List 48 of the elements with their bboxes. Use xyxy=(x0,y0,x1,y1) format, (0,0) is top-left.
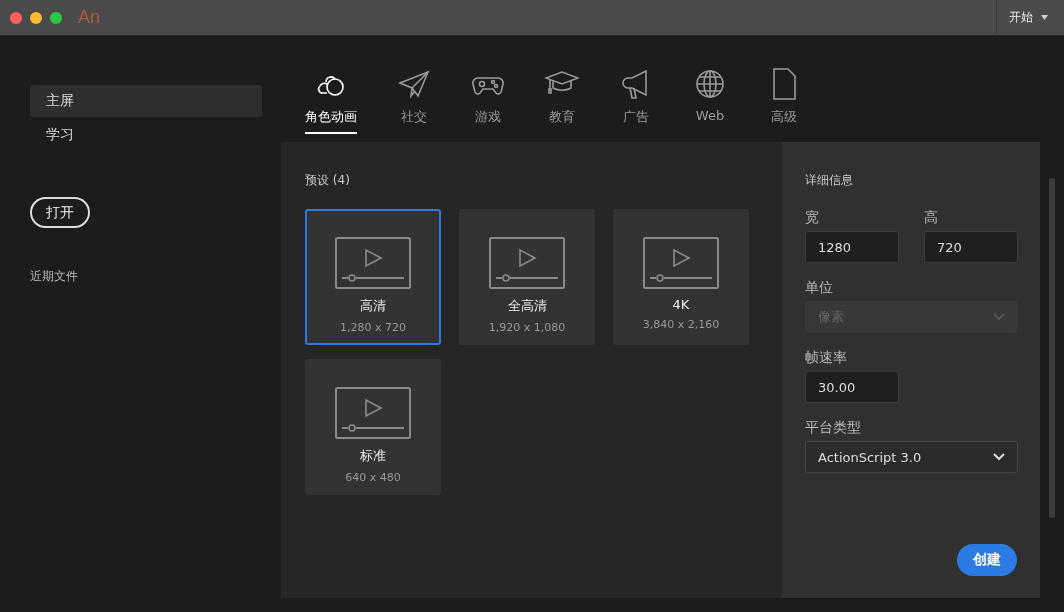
category-tab[interactable]: 社交 xyxy=(377,66,451,142)
frame-rate-field[interactable]: 30.00 xyxy=(805,371,899,403)
preset-size: 1,920 x 1,080 xyxy=(488,321,566,334)
preset-name: 全高清 xyxy=(507,297,547,315)
workspace-menu[interactable]: 开始 xyxy=(996,0,1064,36)
preset-name: 高清 xyxy=(360,297,386,315)
preset-name: 标准 xyxy=(360,447,386,465)
app-logo: An xyxy=(78,7,101,28)
preset-card[interactable]: 高清 1,280 x 720 xyxy=(305,209,441,345)
window-zoom-button[interactable] xyxy=(50,11,62,24)
create-button[interactable]: 创建 xyxy=(957,544,1017,576)
chevron-down-icon xyxy=(993,313,1005,321)
field-label: 宽 xyxy=(805,209,820,227)
category-tab[interactable]: Web xyxy=(673,66,747,142)
category-tab[interactable]: 教育 xyxy=(525,66,599,142)
category-tab[interactable]: 角色动画 xyxy=(305,66,357,142)
field-label: 平台类型 xyxy=(805,419,862,437)
sidebar-item[interactable]: 主屏 xyxy=(30,85,262,117)
caret-icon xyxy=(1041,15,1048,20)
width-field[interactable]: 1280 xyxy=(805,231,899,263)
platform-dropdown[interactable]: ActionScript 3.0 xyxy=(805,441,1018,473)
category-tab[interactable]: 游戏 xyxy=(451,66,525,142)
height-field[interactable]: 720 xyxy=(924,231,1018,263)
preset-size: 1,280 x 720 xyxy=(340,321,406,334)
preset-card[interactable]: 全高清 1,920 x 1,080 xyxy=(459,209,595,345)
category-tab[interactable]: 广告 xyxy=(599,66,673,142)
details-heading: 详细信息 xyxy=(805,172,854,189)
sidebar-item[interactable]: 学习 xyxy=(30,119,262,151)
video-player-icon xyxy=(335,387,411,439)
preset-name: 4K xyxy=(672,297,690,312)
preset-size: 640 x 480 xyxy=(345,471,401,484)
preset-size: 3,840 x 2,160 xyxy=(642,318,720,331)
recent-files-heading: 近期文件 xyxy=(30,268,79,285)
preset-card[interactable]: 标准 640 x 480 xyxy=(305,359,441,495)
category-tab[interactable]: 高级 xyxy=(747,66,821,142)
field-label: 单位 xyxy=(805,279,834,297)
preset-card[interactable]: 4K 3,840 x 2,160 xyxy=(613,209,749,345)
open-button[interactable]: 打开 xyxy=(30,197,90,228)
field-label: 高 xyxy=(924,209,939,227)
field-label: 帧速率 xyxy=(805,349,848,367)
presets-heading: 预设 (4) xyxy=(305,172,351,189)
video-player-icon xyxy=(489,237,565,289)
video-player-icon xyxy=(335,237,411,289)
video-player-icon xyxy=(643,237,719,289)
chevron-down-icon xyxy=(993,453,1005,461)
scrollbar[interactable] xyxy=(1049,178,1055,518)
window-close-button[interactable] xyxy=(10,11,22,24)
window-minimize-button[interactable] xyxy=(30,11,42,24)
